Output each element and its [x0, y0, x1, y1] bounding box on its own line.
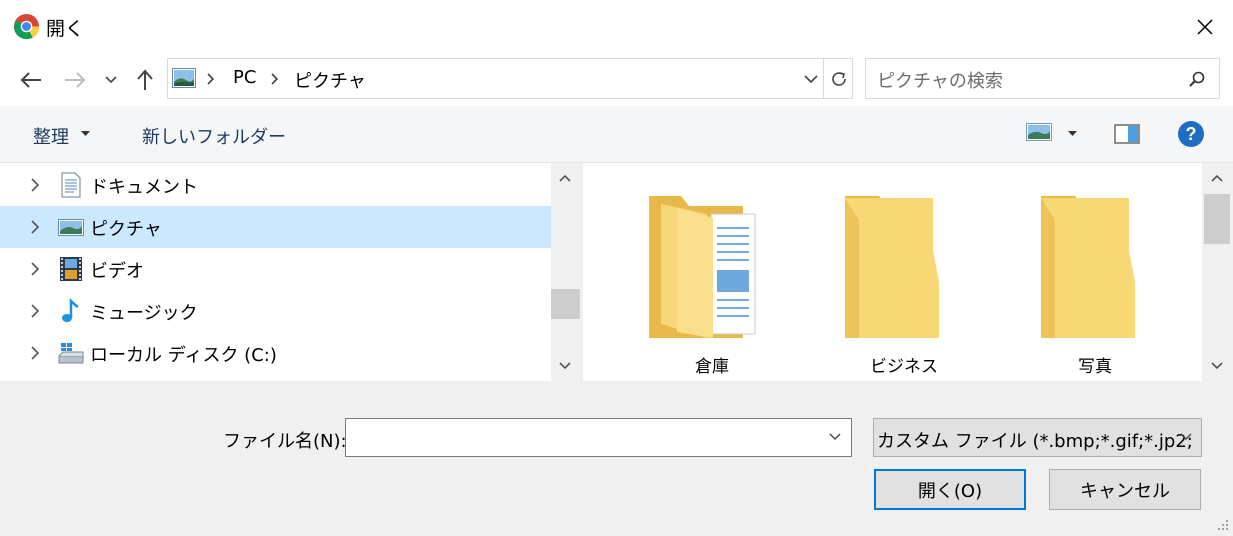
organize-menu[interactable]: 整理 [33, 123, 69, 149]
folder-item-business[interactable] [843, 192, 943, 342]
folder-label[interactable]: 倉庫 [632, 352, 792, 377]
help-icon[interactable]: ? [1177, 120, 1205, 148]
filename-label: ファイル名(N): [223, 431, 347, 452]
folder-icon [1041, 196, 1135, 338]
breadcrumb-pictures[interactable]: ピクチャ [294, 67, 366, 93]
chevron-down-icon [1180, 433, 1192, 440]
view-thumbnails-icon [1026, 123, 1052, 141]
scroll-down-icon[interactable] [1210, 361, 1224, 371]
folder-item-photos[interactable] [1039, 192, 1139, 342]
refresh-button[interactable] [826, 62, 852, 96]
forward-button[interactable] [58, 64, 92, 96]
address-divider [823, 58, 824, 99]
chevron-down-icon[interactable] [829, 433, 841, 441]
folder-icon [845, 196, 939, 338]
folder-item-warehouse[interactable] [647, 192, 759, 342]
nav-item-label: ピクチャ [90, 219, 162, 240]
file-list-scroll-thumb[interactable] [1204, 194, 1230, 244]
nav-item-label: ドキュメント [90, 177, 198, 198]
refresh-icon [832, 72, 846, 86]
preview-pane-icon[interactable] [1114, 123, 1140, 145]
video-icon [60, 257, 82, 281]
nav-item-local-disk[interactable]: ローカル ディスク (C:) [0, 332, 551, 374]
resize-grip-icon[interactable] [1216, 518, 1230, 532]
breadcrumb-separator-icon [207, 73, 215, 85]
music-icon [62, 298, 79, 322]
close-icon [1197, 19, 1213, 35]
chevron-right-icon[interactable] [26, 259, 44, 279]
arrow-up-icon [137, 69, 153, 90]
chevron-right-icon[interactable] [26, 301, 44, 321]
change-view-button[interactable] [1026, 123, 1080, 145]
drive-icon [58, 343, 84, 364]
recent-locations-button[interactable] [100, 66, 122, 94]
scroll-down-icon[interactable] [558, 361, 572, 371]
scroll-up-icon[interactable] [1210, 173, 1224, 183]
chevron-down-icon [804, 74, 818, 83]
cancel-button[interactable]: キャンセル [1049, 469, 1201, 510]
new-folder-button[interactable]: 新しいフォルダー [142, 123, 286, 149]
dropdown-arrow-icon [81, 131, 90, 136]
nav-item-videos[interactable]: ビデオ [0, 248, 551, 290]
title-bar [0, 0, 1233, 54]
folder-label[interactable]: 写真 [1015, 352, 1175, 377]
breadcrumb-separator-icon [271, 73, 279, 85]
nav-pane-scrollbar[interactable] [551, 163, 580, 381]
nav-item-documents[interactable]: ドキュメント [0, 164, 551, 206]
chrome-icon [13, 13, 40, 40]
window-title: 開く [46, 18, 85, 40]
folder-with-documents-icon [649, 196, 756, 338]
open-button[interactable]: 開く(O) [874, 469, 1026, 510]
file-type-value: カスタム ファイル (*.bmp;*.gif;*.jp2; [877, 431, 1193, 452]
filename-input[interactable] [345, 418, 852, 457]
folder-label[interactable]: ビジネス [824, 352, 984, 377]
chevron-right-icon[interactable] [26, 217, 44, 237]
nav-item-pictures[interactable]: ピクチャ [0, 206, 551, 248]
nav-item-label: ビデオ [90, 261, 144, 282]
address-history-dropdown[interactable] [800, 64, 822, 94]
back-button[interactable] [14, 64, 48, 96]
search-icon[interactable] [1188, 70, 1206, 88]
chevron-right-icon[interactable] [26, 343, 44, 363]
pictures-icon [58, 219, 84, 236]
nav-item-label: ミュージック [90, 303, 198, 324]
organize-label: 整理 [33, 127, 69, 148]
pictures-icon [172, 68, 196, 88]
close-button[interactable] [1188, 10, 1222, 44]
chevron-down-icon [105, 76, 117, 84]
breadcrumb-pc[interactable]: PC [233, 67, 256, 88]
search-input[interactable]: ピクチャの検索 [877, 67, 1003, 93]
dropdown-arrow-icon [1068, 131, 1077, 136]
scroll-up-icon[interactable] [558, 173, 572, 183]
up-button[interactable] [130, 64, 160, 96]
nav-item-label: ローカル ディスク (C:) [90, 345, 277, 366]
svg-text:?: ? [1186, 124, 1197, 144]
arrow-right-icon [65, 72, 86, 88]
chevron-right-icon[interactable] [26, 175, 44, 195]
arrow-left-icon [20, 72, 41, 88]
document-icon [61, 172, 81, 198]
nav-pane-scroll-thumb[interactable] [551, 289, 580, 319]
nav-item-music[interactable]: ミュージック [0, 290, 551, 332]
